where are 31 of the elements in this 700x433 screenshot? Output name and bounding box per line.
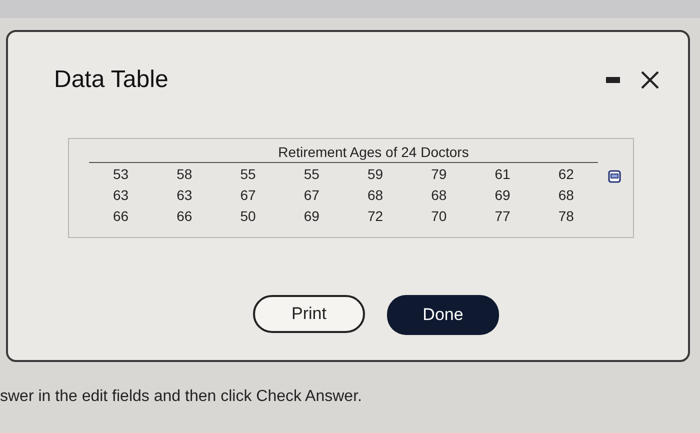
table-cell-text: 72 — [366, 207, 384, 226]
table-cell-text: 69 — [494, 186, 512, 205]
table-cell-text: 79 — [430, 165, 448, 184]
table-caption: Retirement Ages of 24 Doctors — [277, 144, 470, 160]
table-cell-text: 66 — [176, 207, 194, 226]
copy-icon[interactable] — [608, 170, 621, 183]
table-cell-text: 59 — [366, 165, 384, 184]
table-cell-text: 63 — [176, 186, 194, 205]
table-cell-text: 67 — [302, 186, 320, 205]
table-cell-text: 67 — [239, 186, 257, 205]
table-cell-text: 68 — [366, 186, 384, 205]
instruction-text: swer in the edit fields and then click Check Answer. — [0, 388, 363, 406]
table-cell-text: 77 — [494, 207, 512, 226]
dialog-title: Data Table — [54, 66, 168, 94]
table-cell-text: 69 — [302, 207, 320, 226]
table-cell-text: 63 — [112, 186, 130, 205]
table-cell-text: 78 — [557, 207, 575, 226]
table-cell-text: 68 — [430, 186, 448, 205]
table-cell-text: 50 — [239, 207, 257, 226]
table-cell-text: 66 — [112, 207, 130, 226]
dialog-button[interactable]: Print — [253, 295, 365, 333]
table-cell-text: 55 — [239, 165, 257, 184]
table-cell-text: 70 — [430, 207, 448, 226]
table-cell-text: 61 — [494, 165, 512, 184]
table-cell-text: 55 — [302, 165, 320, 184]
table-cell-text: 62 — [557, 165, 575, 184]
dialog-button[interactable]: Done — [387, 295, 499, 335]
table-cell-text: 53 — [112, 165, 130, 184]
table-cell-text: 68 — [557, 186, 575, 205]
table-cell-text: 58 — [176, 165, 194, 184]
close-icon[interactable] — [640, 70, 660, 90]
